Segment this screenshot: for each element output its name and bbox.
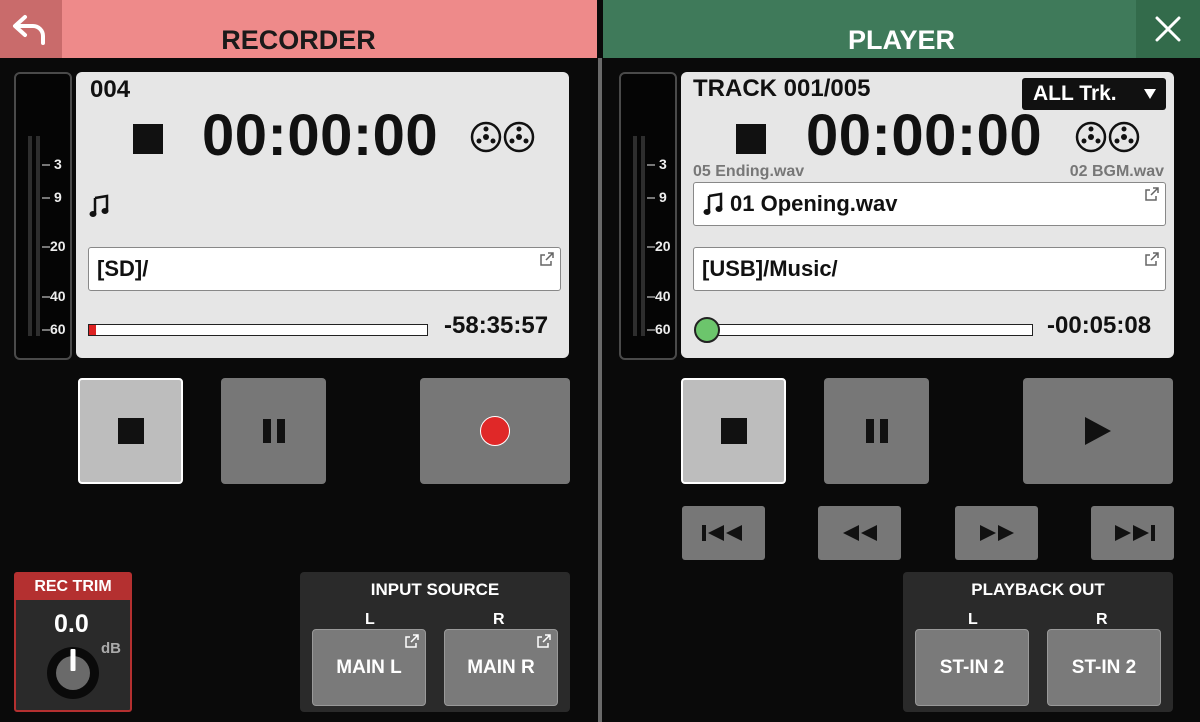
input-source-section: INPUT SOURCE L R MAIN L MAIN R: [300, 572, 570, 712]
playback-out-title: PLAYBACK OUT: [971, 580, 1105, 599]
output-l-label: L: [968, 611, 978, 628]
rec-trim-label: REC TRIM: [16, 574, 130, 600]
output-r-button[interactable]: ST-IN 2: [1047, 629, 1161, 706]
recorder-level-meter: 3 9 20 40 60: [14, 72, 72, 360]
meter-scale-label: 3: [54, 156, 62, 172]
stop-status-icon: [133, 124, 163, 154]
fast-forward-button[interactable]: [955, 506, 1038, 560]
player-level-meter: 3 9 20 40 60: [619, 72, 677, 360]
skip-forward-icon: [1114, 525, 1155, 541]
reel-icon: [470, 121, 535, 153]
recorder-progress-fill: [89, 325, 96, 335]
player-folder-path: [USB]/Music/: [702, 256, 838, 281]
output-r-label: R: [1096, 611, 1108, 628]
play-button[interactable]: [1023, 378, 1173, 484]
recorder-pause-button[interactable]: [221, 378, 326, 484]
stop-icon: [720, 418, 747, 444]
playback-out-section: PLAYBACK OUT L R ST-IN 2 ST-IN 2: [903, 572, 1173, 712]
input-l-label: L: [365, 611, 375, 628]
skip-back-icon: [701, 525, 742, 541]
music-note-icon: [703, 192, 723, 215]
rewind-icon: [842, 525, 877, 541]
record-button[interactable]: [420, 378, 570, 484]
output-l-button[interactable]: ST-IN 2: [915, 629, 1029, 706]
recorder-header: RECORDER: [0, 0, 597, 58]
stop-status-icon: [736, 124, 766, 154]
recorder-time: 00:00:00: [202, 103, 439, 168]
player-stop-button[interactable]: [681, 378, 786, 484]
fast-forward-icon: [979, 525, 1014, 541]
external-link-icon: [1145, 252, 1159, 266]
external-link-icon: [405, 634, 419, 648]
output-r-value: ST-IN 2: [1071, 656, 1137, 678]
meter-scale-label: 3: [659, 156, 667, 172]
input-source-title: INPUT SOURCE: [370, 580, 500, 599]
external-link-icon: [1145, 187, 1159, 201]
panel-divider: [598, 58, 602, 722]
playback-position-knob[interactable]: [694, 317, 720, 343]
meter-scale-label: 9: [659, 189, 667, 205]
meter-scale-label: 60: [50, 321, 66, 337]
meter-scale-label: 20: [50, 238, 66, 254]
music-note-icon: [89, 194, 109, 217]
recorder-progress-bar: [88, 324, 428, 336]
recorder-folder-field[interactable]: [SD]/: [88, 247, 561, 291]
play-mode-dropdown[interactable]: ALL Trk.: [1022, 78, 1166, 110]
stop-icon: [117, 418, 144, 444]
record-icon: [480, 416, 510, 446]
back-button[interactable]: [0, 0, 62, 58]
external-link-icon: [540, 252, 554, 266]
recorder-folder-path: [SD]/: [97, 256, 149, 281]
rewind-button[interactable]: [818, 506, 901, 560]
back-arrow-icon: [13, 15, 45, 45]
meter-scale-label: 9: [54, 189, 62, 205]
meter-scale-label: 40: [655, 288, 671, 304]
previous-track-button[interactable]: [682, 506, 765, 560]
pause-icon: [262, 419, 285, 443]
take-number: 004: [90, 76, 131, 103]
dropdown-arrow-icon: [1144, 89, 1156, 99]
play-icon: [1085, 417, 1111, 445]
input-r-label: R: [493, 611, 505, 628]
recorder-display: 004 00:00:00 [SD]/ -58:35:57: [76, 72, 569, 358]
rec-trim-knob[interactable]: [46, 646, 100, 700]
meter-scale-label: 40: [50, 288, 66, 304]
player-progress-bar[interactable]: [705, 324, 1033, 336]
rec-trim-value: 0.0: [54, 610, 89, 638]
close-icon: [1155, 16, 1181, 42]
recorder-stop-button[interactable]: [78, 378, 183, 484]
next-file-name: 02 BGM.wav: [1069, 163, 1164, 180]
player-pause-button[interactable]: [824, 378, 929, 484]
player-header: PLAYER: [603, 0, 1200, 58]
rec-trim-unit: dB: [101, 640, 121, 657]
current-file-field[interactable]: 01 Opening.wav: [693, 182, 1166, 226]
player-display: TRACK 001/005 ALL Trk. 00:00:00 05 Endin…: [681, 72, 1174, 358]
player-title: PLAYER: [847, 25, 956, 55]
input-r-button[interactable]: MAIN R: [444, 629, 558, 706]
external-link-icon: [537, 634, 551, 648]
input-l-button[interactable]: MAIN L: [312, 629, 426, 706]
current-file-name: 01 Opening.wav: [730, 191, 898, 216]
output-l-value: ST-IN 2: [939, 656, 1005, 678]
play-mode-value: ALL Trk.: [1033, 82, 1117, 105]
track-counter: TRACK 001/005: [693, 75, 871, 102]
pause-icon: [865, 419, 888, 443]
close-button[interactable]: [1136, 0, 1200, 58]
rec-trim-panel[interactable]: REC TRIM 0.0 dB: [14, 572, 132, 712]
previous-file-name: 05 Ending.wav: [693, 163, 805, 180]
recorder-remaining-time: -58:35:57: [444, 312, 549, 339]
input-l-value: MAIN L: [336, 656, 402, 678]
input-r-value: MAIN R: [467, 656, 535, 678]
recorder-title: RECORDER: [221, 25, 376, 55]
player-remaining-time: -00:05:08: [1047, 312, 1152, 339]
meter-scale-label: 60: [655, 321, 671, 337]
next-track-button[interactable]: [1091, 506, 1174, 560]
player-time: 00:00:00: [806, 103, 1043, 168]
player-folder-field[interactable]: [USB]/Music/: [693, 247, 1166, 291]
reel-icon: [1075, 121, 1140, 153]
meter-scale-label: 20: [655, 238, 671, 254]
